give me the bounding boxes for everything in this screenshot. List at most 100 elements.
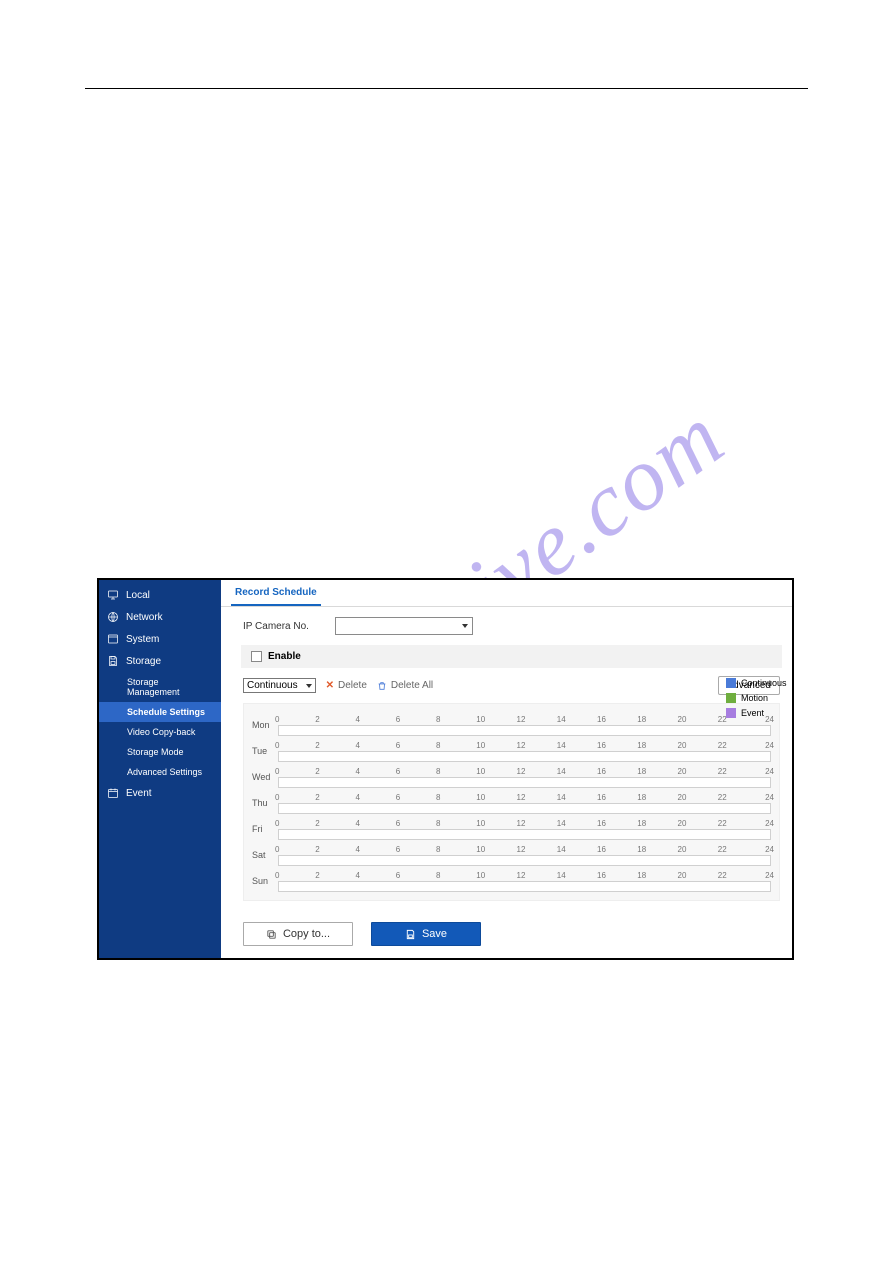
hour-tick: 22	[718, 871, 758, 881]
hour-tick: 20	[678, 845, 718, 855]
page-header-rule	[85, 88, 808, 89]
schedule-day-row: Sat024681012141618202224	[252, 842, 771, 868]
schedule-track[interactable]	[278, 803, 771, 814]
button-save[interactable]: Save	[371, 922, 481, 946]
button-copy-to[interactable]: Copy to...	[243, 922, 353, 946]
button-delete-all-label: Delete All	[391, 680, 433, 691]
button-copy-to-label: Copy to...	[283, 928, 330, 940]
hour-tick: 4	[356, 741, 396, 751]
sidebar-item-label: Video Copy-back	[127, 727, 195, 737]
sidebar-sub-advanced-settings[interactable]: Advanced Settings	[99, 762, 221, 782]
hour-tick: 6	[396, 871, 436, 881]
hour-scale: 024681012141618202224	[278, 715, 771, 725]
globe-icon	[107, 611, 119, 623]
sidebar-item-system[interactable]: System	[99, 628, 221, 650]
hour-tick: 18	[637, 715, 677, 725]
hour-tick: 18	[637, 767, 677, 777]
hour-tick: 6	[396, 767, 436, 777]
hour-tick: 20	[678, 793, 718, 803]
hour-tick: 0	[275, 715, 315, 725]
hour-scale: 024681012141618202224	[278, 741, 771, 751]
schedule-day-row: Sun024681012141618202224	[252, 868, 771, 894]
button-save-label: Save	[422, 928, 447, 940]
checkbox-enable[interactable]	[251, 651, 262, 662]
select-record-mode[interactable]: Continuous	[243, 678, 316, 693]
schedule-track[interactable]	[278, 777, 771, 788]
save-icon	[405, 929, 416, 940]
sidebar: Local Network System Storage Storage Man…	[99, 580, 221, 958]
tabbar: Record Schedule	[221, 580, 792, 607]
hour-tick: 8	[436, 767, 476, 777]
schedule-track[interactable]	[278, 881, 771, 892]
schedule-toolbar: Continuous ✕ Delete Delete All Advanced	[243, 676, 780, 695]
label-ip-camera-no: IP Camera No.	[243, 621, 335, 632]
hour-tick: 0	[275, 819, 315, 829]
hour-tick: 14	[557, 793, 597, 803]
legend: Continuous Motion Event	[726, 678, 788, 723]
select-ip-camera-no[interactable]	[335, 617, 473, 635]
sidebar-sub-storage-management[interactable]: Storage Management	[99, 672, 221, 702]
sidebar-sub-schedule-settings[interactable]: Schedule Settings	[99, 702, 221, 722]
track-wrap: 024681012141618202224	[278, 871, 771, 892]
sidebar-item-event[interactable]: Event	[99, 782, 221, 804]
sidebar-item-local[interactable]: Local	[99, 584, 221, 606]
app-window: Local Network System Storage Storage Man…	[97, 578, 794, 960]
hour-tick: 2	[315, 819, 355, 829]
hour-tick: 4	[356, 767, 396, 777]
button-delete-all[interactable]: Delete All	[377, 680, 433, 691]
hour-tick: 10	[476, 767, 516, 777]
hour-tick: 20	[678, 767, 718, 777]
schedule-track[interactable]	[278, 855, 771, 866]
hour-tick: 10	[476, 819, 516, 829]
legend-item[interactable]: Continuous	[726, 678, 788, 688]
hour-tick: 18	[637, 793, 677, 803]
legend-swatch	[726, 678, 736, 688]
hour-tick: 2	[315, 741, 355, 751]
hour-tick: 16	[597, 819, 637, 829]
track-wrap: 024681012141618202224	[278, 741, 771, 762]
hour-tick: 14	[557, 819, 597, 829]
tab-record-schedule[interactable]: Record Schedule	[231, 580, 321, 606]
hour-tick: 4	[356, 871, 396, 881]
legend-item[interactable]: Event	[726, 708, 788, 718]
hour-tick: 10	[476, 793, 516, 803]
hour-tick: 4	[356, 845, 396, 855]
hour-tick: 16	[597, 845, 637, 855]
hour-scale: 024681012141618202224	[278, 767, 771, 777]
hour-tick: 14	[557, 871, 597, 881]
footer-actions: Copy to... Save	[221, 914, 792, 958]
legend-label: Continuous	[741, 678, 787, 688]
hour-tick: 20	[678, 819, 718, 829]
hour-tick: 2	[315, 767, 355, 777]
hour-tick: 0	[275, 793, 315, 803]
schedule-grid: Mon024681012141618202224Tue0246810121416…	[243, 703, 780, 901]
row-camera-no: IP Camera No.	[243, 617, 780, 635]
schedule-day-row: Tue024681012141618202224	[252, 738, 771, 764]
hour-scale: 024681012141618202224	[278, 793, 771, 803]
schedule-track[interactable]	[278, 725, 771, 736]
hour-tick: 8	[436, 819, 476, 829]
sidebar-item-network[interactable]: Network	[99, 606, 221, 628]
hour-tick: 8	[436, 871, 476, 881]
hour-tick: 14	[557, 715, 597, 725]
sidebar-sub-video-copy-back[interactable]: Video Copy-back	[99, 722, 221, 742]
hour-scale: 024681012141618202224	[278, 819, 771, 829]
legend-swatch	[726, 708, 736, 718]
button-delete[interactable]: ✕ Delete	[326, 680, 367, 691]
schedule-track[interactable]	[278, 751, 771, 762]
hour-tick: 0	[275, 845, 315, 855]
sidebar-item-storage[interactable]: Storage	[99, 650, 221, 672]
hour-tick: 6	[396, 819, 436, 829]
sidebar-item-label: Storage	[126, 656, 161, 667]
hour-tick: 16	[597, 715, 637, 725]
sidebar-item-label: Advanced Settings	[127, 767, 202, 777]
sidebar-sub-storage-mode[interactable]: Storage Mode	[99, 742, 221, 762]
hour-scale: 024681012141618202224	[278, 871, 771, 881]
legend-item[interactable]: Motion	[726, 693, 788, 703]
hour-tick: 22	[718, 741, 758, 751]
sidebar-item-label: Schedule Settings	[127, 707, 205, 717]
hour-tick: 6	[396, 741, 436, 751]
schedule-track[interactable]	[278, 829, 771, 840]
hour-tick: 14	[557, 845, 597, 855]
legend-label: Motion	[741, 693, 768, 703]
